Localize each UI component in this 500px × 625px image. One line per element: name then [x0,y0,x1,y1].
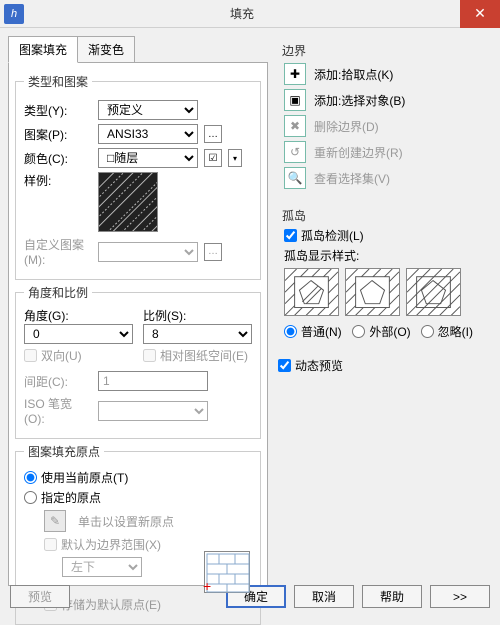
legend-boundary: 边界 [278,42,310,59]
check-default-ext [44,538,57,551]
recreate-boundary-icon: ↺ [284,141,306,163]
select-custom [98,242,198,262]
tab-gradient[interactable]: 渐变色 [78,36,135,63]
select-scale[interactable]: 8 [143,324,252,344]
color-more-button[interactable]: ▾ [228,149,242,167]
select-color[interactable]: □随层 [98,148,198,168]
label-island-style: 孤岛显示样式: [284,247,483,264]
boundary-select-button[interactable]: ▣添加:选择对象(B) [284,89,483,111]
legend-type: 类型和图案 [24,73,92,90]
pick-points-icon: ✚ [284,63,306,85]
radio-island-ignore[interactable] [421,325,434,338]
select-objects-icon: ▣ [284,89,306,111]
label-color: 颜色(C): [24,150,92,167]
origin-preview: + [204,551,250,593]
label-iso: ISO 笔宽(O): [24,395,92,426]
label-type: 类型(Y): [24,102,92,119]
island-mode-ignore[interactable] [406,268,461,316]
close-button[interactable]: ✕ [460,0,500,28]
help-button[interactable]: 帮助 [362,585,422,608]
label-angle: 角度(G): [24,307,133,324]
group-islands: 孤岛 孤岛检测(L) 孤岛显示样式: [278,207,483,351]
remove-boundary-icon: ✖ [284,115,306,137]
window-title: 填充 [24,5,460,22]
radio-use-current[interactable] [24,471,37,484]
color-swatch-button[interactable]: ☑ [204,149,222,167]
island-mode-outer[interactable] [345,268,400,316]
input-spacing [98,371,208,391]
legend-angle: 角度和比例 [24,284,92,301]
tab-hatch[interactable]: 图案填充 [8,36,78,63]
preview-button: 预览 [10,585,70,608]
select-type[interactable]: 预定义 [98,100,198,120]
select-pattern[interactable]: ANSI33 [98,124,198,144]
label-pattern: 图案(P): [24,126,92,143]
check-dynamic-preview[interactable] [278,359,291,372]
select-angle[interactable]: 0 [24,324,133,344]
check-double [24,349,37,362]
select-origin-pos: 左下 [62,557,142,577]
app-icon: h [4,4,24,24]
boundary-remove-button: ✖删除边界(D) [284,115,483,137]
radio-island-outer[interactable] [352,325,365,338]
group-boundary: 边界 ✚添加:拾取点(K) ▣添加:选择对象(B) ✖删除边界(D) ↺重新创建… [278,42,483,201]
label-sample: 样例: [24,172,92,189]
label-scale: 比例(S): [143,307,252,324]
legend-origin: 图案填充原点 [24,443,104,460]
radio-specify[interactable] [24,491,37,504]
group-type-pattern: 类型和图案 类型(Y): 预定义 图案(P): ANSI33 … 颜色(C): … [15,73,261,280]
select-iso [98,401,208,421]
label-custom: 自定义图案(M): [24,236,92,267]
custom-browse-button: … [204,243,222,261]
cancel-button[interactable]: 取消 [294,585,354,608]
island-mode-normal[interactable] [284,268,339,316]
group-angle-scale: 角度和比例 角度(G): 0 双向(U) 比例(S): 8 相对图纸空间(E) … [15,284,261,439]
origin-marker-icon: + [203,578,211,594]
radio-island-normal[interactable] [284,325,297,338]
set-origin-icon: ✎ [44,510,66,532]
check-island-detect[interactable] [284,229,297,242]
check-relpaper [143,349,156,362]
pattern-sample[interactable] [98,172,158,232]
boundary-view-button: 🔍查看选择集(V) [284,167,483,189]
expand-button[interactable]: >> [430,585,490,608]
boundary-pick-button[interactable]: ✚添加:拾取点(K) [284,63,483,85]
pattern-browse-button[interactable]: … [204,125,222,143]
label-spacing: 间距(C): [24,373,92,390]
legend-islands: 孤岛 [278,207,310,224]
boundary-recreate-button: ↺重新创建边界(R) [284,141,483,163]
view-selection-icon: 🔍 [284,167,306,189]
